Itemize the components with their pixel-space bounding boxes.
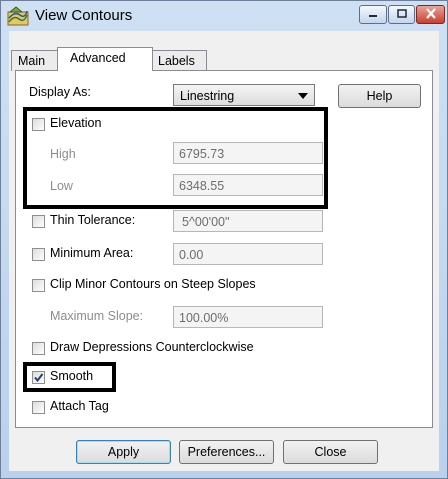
tab-advanced[interactable]: Advanced [57, 47, 153, 71]
minimize-button[interactable] [359, 5, 387, 24]
preferences-button[interactable]: Preferences... [179, 440, 274, 464]
attach-tag-label: Attach Tag [50, 399, 109, 413]
tab-label: Main [18, 54, 46, 68]
minimum-area-field[interactable]: 0.00 [173, 243, 323, 265]
minimize-icon [367, 8, 379, 22]
title-bar[interactable]: View Contours [1, 1, 447, 31]
smooth-label: Smooth [50, 369, 94, 383]
elevation-checkbox[interactable] [32, 118, 45, 131]
draw-depressions-checkbox[interactable] [32, 342, 45, 355]
window-title: View Contours [35, 7, 133, 24]
advanced-panel: Display As: Linestring Help Elevation Hi… [15, 70, 433, 428]
help-button-label: Help [366, 89, 393, 103]
close-window-button[interactable] [416, 5, 445, 24]
close-button-label: Close [314, 445, 347, 459]
display-as-label: Display As: [29, 85, 91, 99]
maximize-icon [396, 8, 408, 22]
minimum-area-checkbox[interactable] [32, 248, 45, 261]
dialog-window: View Contours Main Advanced Labels Displ… [0, 0, 448, 479]
low-label: Low [50, 179, 73, 193]
clip-minor-label: Clip Minor Contours on Steep Slopes [50, 277, 256, 291]
apply-button-label: Apply [107, 445, 140, 459]
display-as-dropdown[interactable]: Linestring [173, 84, 315, 106]
tab-main[interactable]: Main [11, 50, 59, 71]
thin-tolerance-label: Thin Tolerance: [50, 213, 136, 227]
preferences-button-label: Preferences... [187, 445, 266, 459]
attach-tag-checkbox[interactable] [32, 401, 45, 414]
low-field[interactable]: 6348.55 [173, 174, 323, 196]
close-button[interactable]: Close [283, 440, 378, 464]
smooth-checkbox[interactable] [32, 371, 45, 384]
elevation-label: Elevation [50, 116, 102, 130]
close-x-icon [425, 7, 437, 22]
apply-button[interactable]: Apply [76, 440, 171, 464]
maximum-slope-label: Maximum Slope: [50, 309, 144, 323]
contour-app-icon [7, 6, 29, 26]
tab-label: Advanced [70, 51, 126, 65]
minimum-area-label: Minimum Area: [50, 246, 134, 260]
draw-depressions-label: Draw Depressions Counterclockwise [50, 340, 254, 354]
high-field[interactable]: 6795.73 [173, 142, 323, 164]
dialog-body: Main Advanced Labels Display As: Linestr… [9, 31, 439, 471]
high-label: High [50, 147, 76, 161]
tab-labels[interactable]: Labels [151, 50, 207, 71]
chevron-down-icon [298, 93, 308, 99]
display-as-value: Linestring [180, 89, 235, 103]
thin-tolerance-checkbox[interactable] [32, 215, 45, 228]
maximum-slope-field[interactable]: 100.00% [173, 306, 323, 328]
clip-minor-checkbox[interactable] [32, 279, 45, 292]
help-button[interactable]: Help [338, 84, 421, 108]
thin-tolerance-field[interactable]: 5^00'00" [173, 210, 323, 232]
tab-label: Labels [158, 54, 195, 68]
maximize-button[interactable] [388, 5, 415, 24]
